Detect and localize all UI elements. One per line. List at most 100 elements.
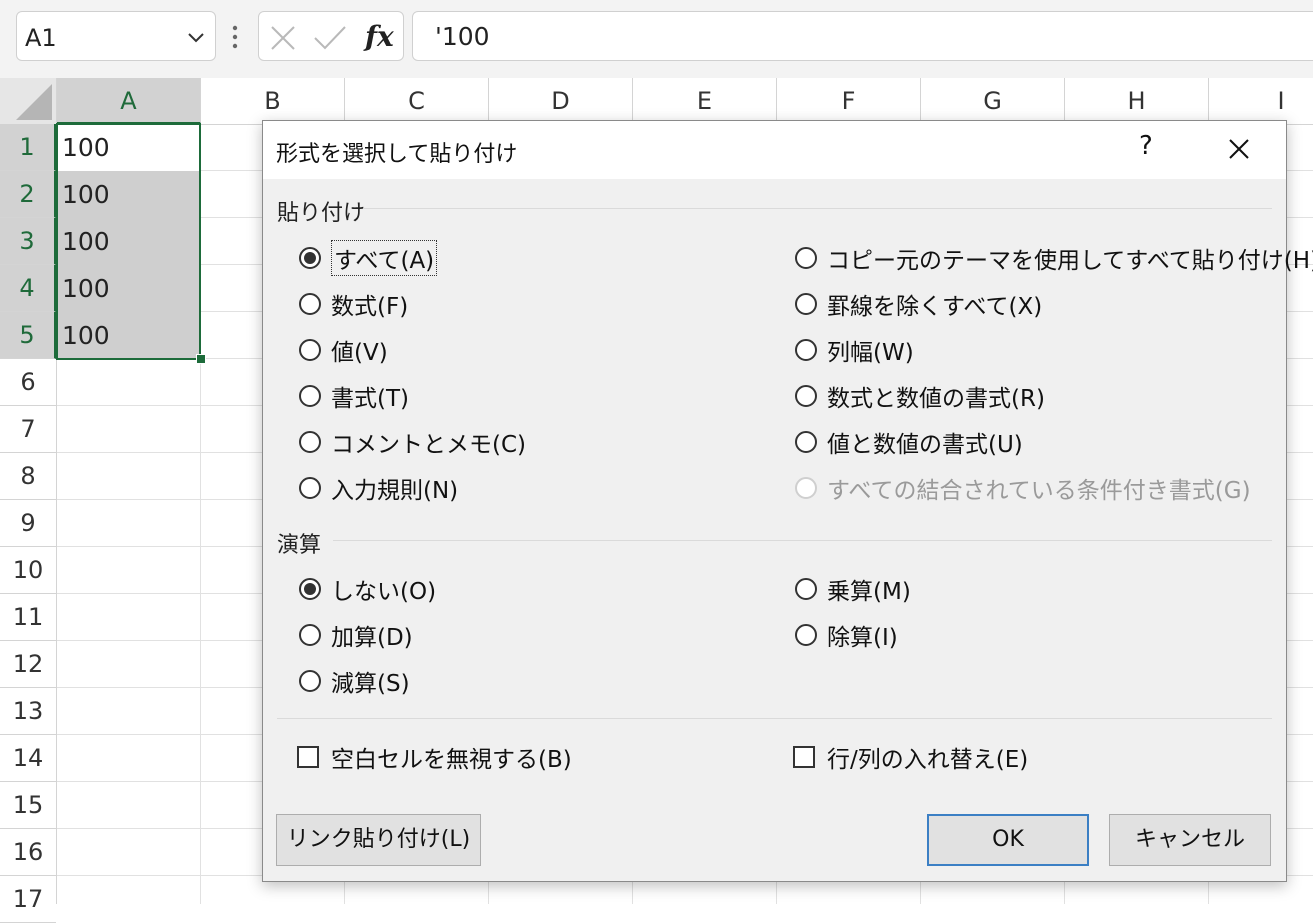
paste-section-label: 貼り付け [277,201,366,226]
paste-formulas-number-formats-option[interactable]: 数式と数値の書式(R) [795,378,1045,414]
radio-icon [299,670,321,692]
paste-values-number-formats-option[interactable]: 値と数値の書式(U) [795,424,1023,460]
cell-a3[interactable]: 100 [57,218,200,265]
option-label: 加算(D) [331,625,413,651]
column-header-e[interactable]: E [633,78,777,124]
operation-none-option[interactable]: しない(O) [299,571,436,607]
cancel-button[interactable]: キャンセル [1109,814,1271,866]
paste-validation-option[interactable]: 入力規則(N) [299,470,458,506]
paste-all-source-theme-option[interactable]: コピー元のテーマを使用してすべて貼り付け(H) [795,240,1313,276]
help-button[interactable]: ? [1139,131,1153,161]
row-header-12[interactable]: 12 [0,641,56,688]
option-label: 除算(I) [827,625,898,651]
transpose-checkbox[interactable]: 行/列の入れ替え(E) [793,739,1028,775]
radio-icon [795,578,817,600]
radio-icon [795,339,817,361]
row-header-13[interactable]: 13 [0,688,56,735]
radio-icon [299,385,321,407]
formula-value: '100 [435,22,490,51]
row-header-4[interactable]: 4 [0,265,56,312]
cancel-icon[interactable] [269,24,297,52]
radio-icon [795,247,817,269]
operation-divide-option[interactable]: 除算(I) [795,617,898,653]
operation-multiply-option[interactable]: 乗算(M) [795,571,911,607]
operation-subtract-option[interactable]: 減算(S) [299,663,410,699]
chevron-down-icon[interactable] [187,32,205,44]
radio-icon [795,293,817,315]
row-header-7[interactable]: 7 [0,406,56,453]
option-label: 空白セルを無視する(B) [331,747,572,773]
formula-buttons: fx [258,11,404,61]
enter-check-icon[interactable] [313,24,347,52]
select-all-corner[interactable] [0,78,57,124]
option-label: すべての結合されている条件付き書式(G) [827,478,1251,504]
row-header-8[interactable]: 8 [0,453,56,500]
paste-formulas-option[interactable]: 数式(F) [299,286,408,322]
column-header-a[interactable]: A [57,78,201,124]
cell-a2[interactable]: 100 [57,171,200,218]
column-header-d[interactable]: D [489,78,633,124]
column-header-b[interactable]: B [201,78,345,124]
name-box-value: A1 [25,24,57,52]
radio-icon [299,624,321,646]
radio-icon [299,293,321,315]
paste-link-button[interactable]: リンク貼り付け(L) [276,814,481,866]
row-header-16[interactable]: 16 [0,829,56,876]
row-header-1[interactable]: 1 [0,124,56,171]
column-header-c[interactable]: C [345,78,489,124]
formula-input[interactable]: '100 [412,11,1313,61]
column-headers: A B C D E F G H I [0,78,1313,125]
column-header-h[interactable]: H [1065,78,1209,124]
operation-section-label: 演算 [277,533,322,558]
fill-handle[interactable] [196,354,206,364]
operation-add-option[interactable]: 加算(D) [299,617,413,653]
option-label: コピー元のテーマを使用してすべて貼り付け(H) [827,248,1313,274]
radio-icon [299,431,321,453]
skip-blanks-checkbox[interactable]: 空白セルを無視する(B) [297,739,572,775]
cell-a5[interactable]: 100 [57,312,200,359]
paste-merge-conditional-formats-option: すべての結合されている条件付き書式(G) [795,470,1251,506]
paste-all-except-borders-option[interactable]: 罫線を除くすべて(X) [795,286,1042,322]
radio-icon [795,477,817,499]
row-header-15[interactable]: 15 [0,782,56,829]
row-header-10[interactable]: 10 [0,547,56,594]
row-header-2[interactable]: 2 [0,171,56,218]
paste-all-option[interactable]: すべて(A) [299,240,438,276]
cell-a4[interactable]: 100 [57,265,200,312]
cell-a1[interactable]: 100 [57,124,200,171]
row-header-6[interactable]: 6 [0,359,56,406]
radio-icon [299,477,321,499]
ok-button[interactable]: OK [927,814,1089,866]
option-label: 数式(F) [331,294,409,320]
paste-formats-option[interactable]: 書式(T) [299,378,409,414]
radio-checked-icon [299,247,321,269]
radio-icon [795,431,817,453]
row-header-14[interactable]: 14 [0,735,56,782]
row-header-11[interactable]: 11 [0,594,56,641]
paste-column-widths-option[interactable]: 列幅(W) [795,332,914,368]
option-label: 値と数値の書式(U) [827,432,1023,458]
row-header-5[interactable]: 5 [0,312,56,359]
option-label: 列幅(W) [827,340,914,366]
option-label: 行/列の入れ替え(E) [827,747,1029,773]
name-box[interactable]: A1 [16,11,216,61]
radio-icon [795,624,817,646]
column-header-i[interactable]: I [1209,78,1313,124]
insert-function-icon[interactable]: fx [365,20,394,53]
paste-comments-option[interactable]: コメントとメモ(C) [299,424,526,460]
radio-checked-icon [299,578,321,600]
column-header-f[interactable]: F [777,78,921,124]
row-header-9[interactable]: 9 [0,500,56,547]
close-icon[interactable] [1227,137,1251,161]
option-label: 減算(S) [331,671,410,697]
row-header-3[interactable]: 3 [0,218,56,265]
option-label: すべて(A) [331,240,438,276]
operation-separator [333,540,1272,541]
column-header-g[interactable]: G [921,78,1065,124]
option-label: 罫線を除くすべて(X) [827,294,1043,320]
row-header-17[interactable]: 17 [0,876,56,923]
option-label: 書式(T) [331,386,409,412]
more-options-icon[interactable] [230,24,240,50]
paste-values-option[interactable]: 値(V) [299,332,388,368]
paste-separator [363,208,1272,209]
